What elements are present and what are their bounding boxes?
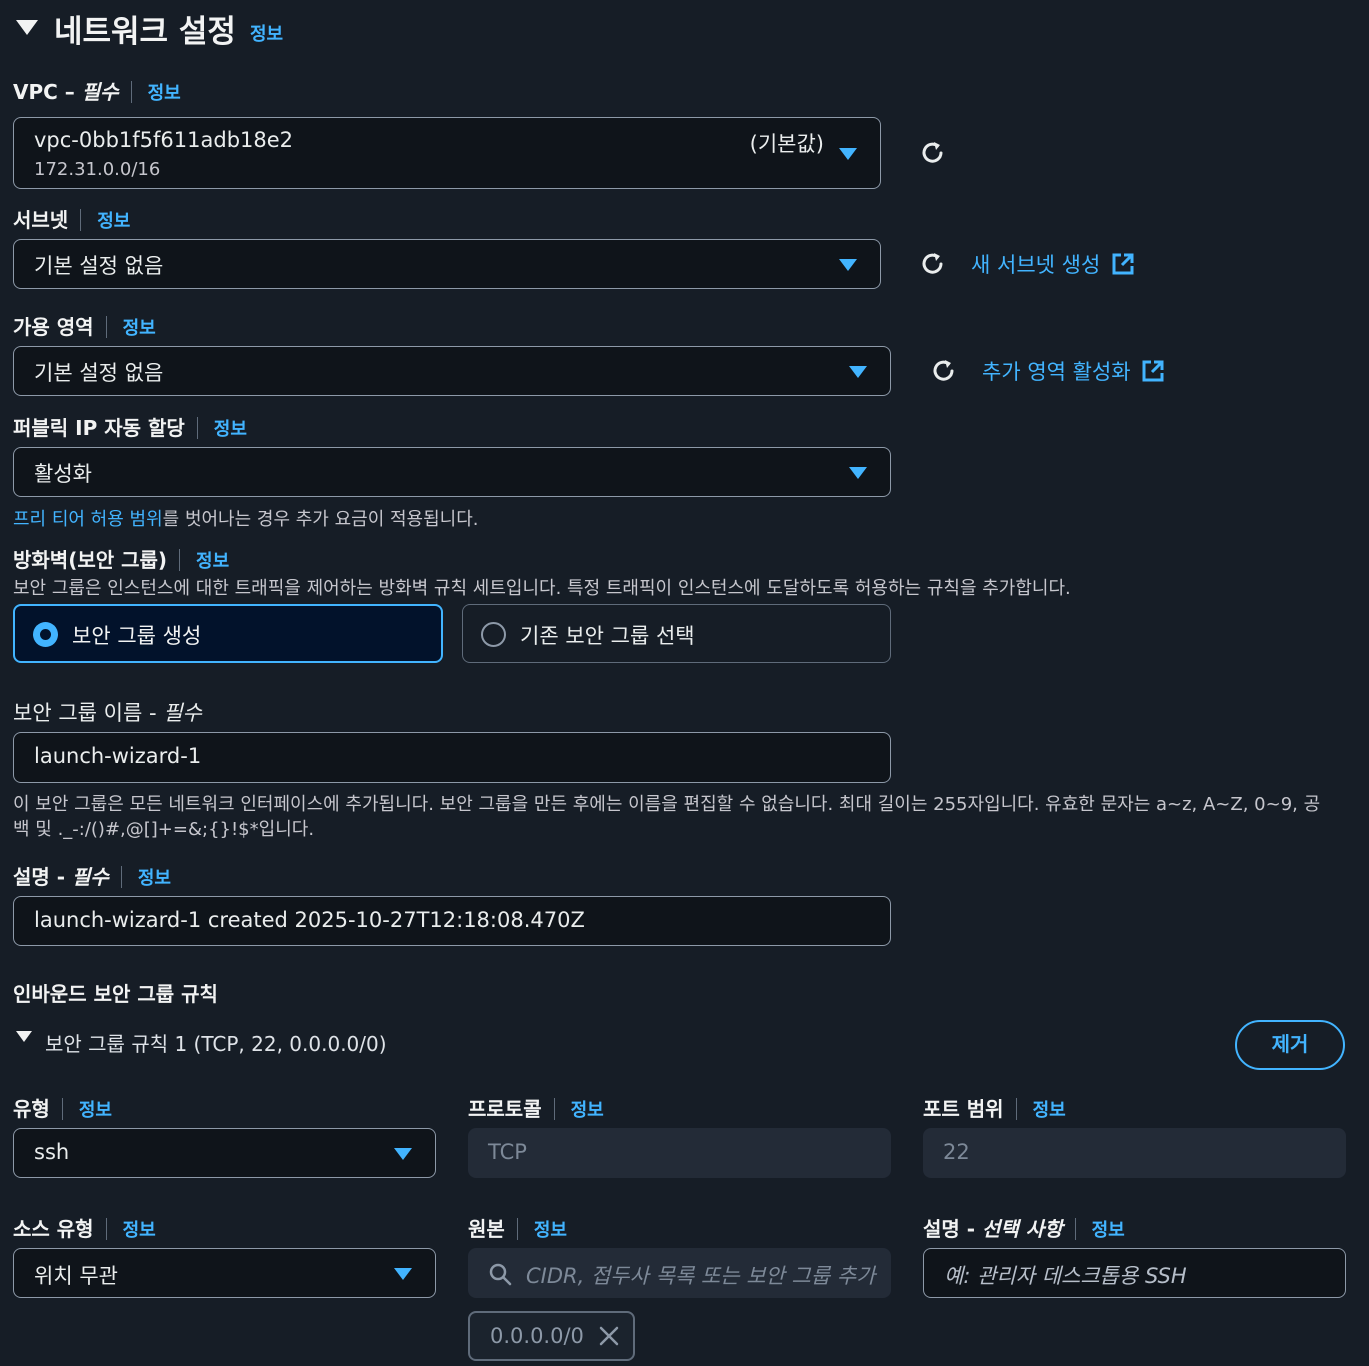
public-ip-help: 프리 티어 허용 범위를 벗어나는 경우 추가 요금이 적용됩니다. [13,509,479,530]
free-tier-link[interactable]: 프리 티어 허용 범위 [13,509,163,530]
vpc-select[interactable]: vpc-0bb1f5f611adb18e2 172.31.0.0/16 (기본값… [13,117,881,189]
subnet-value: 기본 설정 없음 [34,254,164,278]
public-ip-value: 활성화 [34,462,92,486]
sg-desc-input[interactable]: launch-wizard-1 created 2025-10-27T12:18… [13,896,891,946]
sg-desc-label: 설명 - 필수 정보 [13,865,171,889]
protocol-value: TCP [488,1140,527,1164]
rule-desc-label: 설명 - 선택 사항 정보 [923,1217,1125,1241]
sg-name-label: 보안 그룹 이름 - 필수 [13,701,202,725]
radio-existing-label: 기존 보안 그룹 선택 [520,624,695,648]
caret-down-icon[interactable] [16,20,38,35]
protocol-input: TCP [468,1128,891,1178]
vpc-default-tag: (기본값) [749,132,824,156]
enable-zone-link[interactable]: 추가 영역 활성화 [982,356,1165,386]
sg-name-input[interactable]: launch-wizard-1 [13,732,891,783]
source-placeholder: CIDR, 접두사 목록 또는 보안 그룹 추가 [526,1264,876,1288]
search-icon [489,1263,512,1286]
create-subnet-link[interactable]: 새 서브넷 생성 [971,249,1135,279]
vpc-info-link[interactable]: 정보 [148,83,181,104]
az-info-link[interactable]: 정보 [123,318,156,339]
public-ip-label: 퍼블릭 IP 자동 할당 정보 [13,416,247,440]
vpc-label: VPC – 필수 정보 [13,80,181,104]
chevron-down-icon [849,467,867,479]
sg-name-help-line1: 이 보안 그룹은 모든 네트워크 인터페이스에 추가됩니다. 보안 그룹을 만든… [13,794,1321,815]
chevron-down-icon [394,1148,412,1160]
firewall-description: 보안 그룹은 인스턴스에 대한 트래픽을 제어하는 방화벽 규칙 세트입니다. … [13,578,1071,599]
radio-selected-icon [33,622,58,647]
sg-desc-value: launch-wizard-1 created 2025-10-27T12:18… [34,908,585,932]
rule-desc-placeholder: 예: 관리자 데스크톱용 SSH [944,1264,1187,1288]
subnet-select[interactable]: 기본 설정 없음 [13,239,881,289]
firewall-info-link[interactable]: 정보 [196,551,229,572]
type-value: ssh [34,1140,70,1164]
source-type-info-link[interactable]: 정보 [123,1220,156,1241]
source-info-link[interactable]: 정보 [534,1220,567,1241]
section-title: 네트워크 설정 [54,14,236,50]
external-link-icon [1112,253,1134,275]
rule-desc-input[interactable]: 예: 관리자 데스크톱용 SSH [923,1248,1346,1298]
firewall-label: 방화벽(보안 그룹) 정보 [13,548,230,572]
refresh-icon[interactable] [930,357,958,385]
chevron-down-icon [839,148,857,160]
type-info-link[interactable]: 정보 [79,1100,112,1121]
port-input: 22 [923,1128,1346,1178]
chevron-down-icon [839,259,857,271]
rule-1-title[interactable]: 보안 그룹 규칙 1 (TCP, 22, 0.0.0.0/0) [45,1028,387,1057]
source-type-label: 소스 유형 정보 [13,1217,156,1241]
sg-name-help-line2: 백 및 ._-:/()#,@[]+=&;{}!$*입니다. [13,819,315,840]
inbound-title: 인바운드 보안 그룹 규칙 [13,982,218,1006]
chevron-down-icon [849,366,867,378]
protocol-info-link[interactable]: 정보 [571,1100,604,1121]
radio-unselected-icon [481,622,506,647]
chevron-down-icon [394,1268,412,1280]
source-type-select[interactable]: 위치 무관 [13,1248,436,1298]
az-label: 가용 영역 정보 [13,315,156,339]
close-icon[interactable] [598,1325,620,1347]
sg-name-value: launch-wizard-1 [34,744,202,768]
port-value: 22 [943,1140,970,1164]
source-search-input[interactable]: CIDR, 접두사 목록 또는 보안 그룹 추가 [468,1248,891,1298]
vpc-value: vpc-0bb1f5f611adb18e2 [34,128,294,152]
radio-create-label: 보안 그룹 생성 [72,624,202,648]
sg-desc-info-link[interactable]: 정보 [138,868,171,889]
radio-create-security-group[interactable]: 보안 그룹 생성 [13,604,443,663]
public-ip-select[interactable]: 활성화 [13,447,891,497]
type-label: 유형 정보 [13,1097,112,1121]
source-token: 0.0.0.0/0 [468,1311,635,1361]
port-info-link[interactable]: 정보 [1033,1100,1066,1121]
radio-existing-security-group[interactable]: 기존 보안 그룹 선택 [462,604,891,663]
caret-down-icon[interactable] [16,1031,32,1042]
az-select[interactable]: 기본 설정 없음 [13,346,891,396]
source-label: 원본 정보 [468,1217,567,1241]
refresh-icon[interactable] [919,139,947,167]
az-value: 기본 설정 없음 [34,361,164,385]
subnet-label: 서브넷 정보 [13,208,131,232]
vpc-cidr: 172.31.0.0/16 [34,159,161,180]
port-label: 포트 범위 정보 [923,1097,1066,1121]
protocol-label: 프로토콜 정보 [468,1097,604,1121]
source-token-value: 0.0.0.0/0 [490,1324,584,1348]
external-link-icon [1142,360,1164,382]
section-info-link[interactable]: 정보 [250,20,283,46]
source-type-value: 위치 무관 [34,1264,118,1288]
subnet-info-link[interactable]: 정보 [97,211,130,232]
rule-desc-info-link[interactable]: 정보 [1092,1220,1125,1241]
remove-rule-button[interactable]: 제거 [1235,1020,1345,1070]
type-select[interactable]: ssh [13,1128,436,1178]
refresh-icon[interactable] [919,250,947,278]
public-ip-info-link[interactable]: 정보 [214,419,247,440]
